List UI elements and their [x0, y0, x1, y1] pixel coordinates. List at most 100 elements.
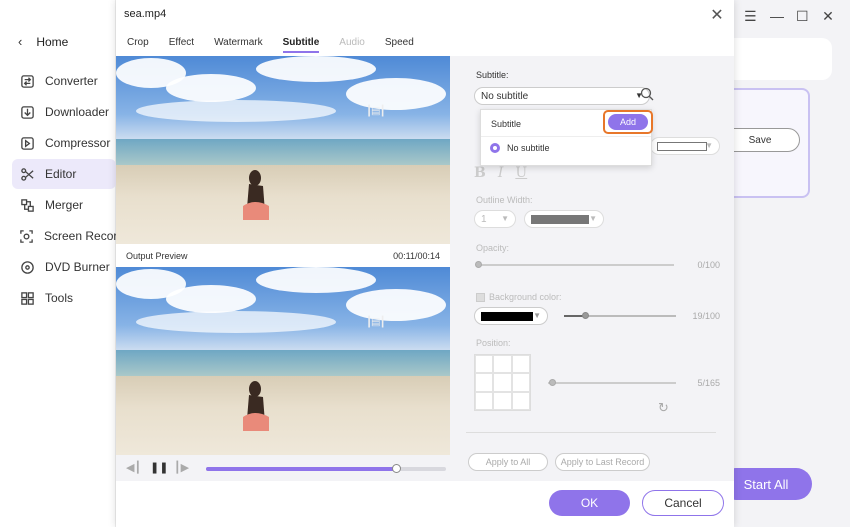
background-opacity-handle[interactable]	[582, 312, 590, 319]
subtitle-marker-icon: ┃▤┃	[366, 106, 385, 117]
home-link[interactable]: ‹ Home	[18, 34, 68, 49]
radio-selected[interactable]	[490, 143, 500, 153]
downloader-icon	[19, 104, 35, 120]
sidebar-item-label: Screen Record	[44, 229, 125, 243]
preview-time: 00:11/00:14	[393, 250, 440, 261]
no-subtitle-option[interactable]: No subtitle	[490, 143, 550, 153]
sidebar-item-converter[interactable]: Converter	[12, 66, 116, 96]
disc-icon	[19, 259, 35, 275]
position-handle	[548, 379, 556, 386]
sidebar-item-editor[interactable]: Editor	[12, 159, 116, 189]
outline-color-select: ▼	[524, 210, 604, 228]
subtitle-select[interactable]: No subtitle ▼	[474, 87, 650, 105]
opacity-slider	[475, 261, 674, 268]
background-color-select[interactable]: ▼	[474, 307, 548, 325]
dialog-footer: OK Cancel	[116, 481, 734, 527]
divider	[466, 432, 716, 433]
next-frame-icon[interactable]: ┃▶	[174, 461, 189, 474]
grid-icon	[19, 290, 35, 306]
font-style-buttons: B I U	[474, 165, 527, 181]
close-window-icon[interactable]: ✕	[822, 8, 834, 25]
bold-icon: B	[474, 165, 486, 181]
sidebar-item-label: Tools	[45, 291, 74, 305]
dropdown-title: Subtitle	[491, 119, 522, 129]
subtitle-dropdown: Subtitle Add No subtitle	[480, 109, 653, 166]
outline-color-swatch	[531, 214, 589, 224]
tab-speed[interactable]: Speed	[385, 37, 414, 53]
position-value: 5/165	[697, 378, 720, 388]
tab-audio: Audio	[339, 37, 365, 48]
sidebar-item-compressor[interactable]: Compressor	[12, 128, 116, 158]
cancel-button[interactable]: Cancel	[642, 490, 724, 516]
background-color-option: Background color:	[476, 292, 562, 302]
preview-bar: Output Preview 00:11/00:14	[116, 244, 450, 267]
search-icon[interactable]	[640, 87, 654, 101]
close-icon[interactable]: ✕	[710, 5, 724, 25]
dialog-title: sea.mp4	[124, 8, 167, 20]
sidebar-item-label: Merger	[45, 198, 84, 212]
position-grid	[474, 354, 531, 411]
compressor-icon	[19, 135, 35, 151]
app-sidebar: ‹ Home Converter Downloader Compressor E…	[0, 0, 124, 527]
playback-progress	[206, 467, 396, 471]
apply-to-last-record-button: Apply to Last Record	[555, 453, 650, 471]
subtitle-select-value: No subtitle	[481, 90, 529, 102]
original-video: ┃▤┃	[116, 56, 450, 244]
playback-handle[interactable]	[391, 464, 401, 473]
tab-watermark[interactable]: Watermark	[214, 37, 263, 53]
italic-icon: I	[497, 165, 504, 181]
outline-width-select: 1 ▼	[474, 210, 516, 228]
editor-tabs: Crop Effect Watermark Subtitle Audio Spe…	[127, 37, 414, 53]
ok-button[interactable]: OK	[549, 490, 630, 516]
chevron-left-icon: ‹	[18, 34, 23, 49]
sidebar-item-label: Converter	[45, 74, 98, 88]
background-card	[734, 38, 832, 80]
chevron-down-icon: ▼	[501, 214, 509, 223]
opacity-label: Opacity:	[476, 243, 510, 253]
background-opacity-value: 19/100	[692, 311, 720, 321]
home-label: Home	[36, 34, 69, 49]
editor-dialog: sea.mp4 ✕ Crop Effect Watermark Subtitle…	[116, 0, 734, 527]
option-label: No subtitle	[507, 143, 550, 153]
outline-width-value: 1	[481, 213, 487, 225]
dropdown-header: Subtitle Add	[481, 110, 653, 137]
sidebar-item-merger[interactable]: Merger	[12, 190, 116, 220]
position-label: Position:	[476, 338, 511, 348]
minimize-icon[interactable]: —	[770, 8, 784, 25]
merger-icon	[19, 197, 35, 213]
add-button-label: Add	[607, 114, 648, 130]
underline-icon: U	[515, 165, 528, 181]
tab-subtitle[interactable]: Subtitle	[282, 37, 320, 53]
opacity-handle	[475, 261, 482, 268]
subtitle-label: Subtitle:	[476, 70, 509, 80]
tab-effect[interactable]: Effect	[169, 37, 194, 53]
background-color-label: Background color:	[489, 292, 562, 302]
background-opacity-slider[interactable]	[564, 312, 676, 319]
sidebar-item-screen-record[interactable]: Screen Record	[12, 221, 124, 251]
sidebar-item-tools[interactable]: Tools	[12, 283, 116, 313]
output-preview-label: Output Preview	[126, 250, 188, 261]
refresh-icon: ↻	[658, 400, 669, 415]
font-color-swatch	[657, 141, 707, 151]
background-color-swatch	[481, 311, 533, 321]
previous-frame-icon[interactable]: ◀┃	[126, 461, 141, 474]
pause-icon[interactable]: ❚❚	[150, 461, 168, 474]
sidebar-item-downloader[interactable]: Downloader	[12, 97, 116, 127]
outline-width-label: Outline Width:	[476, 195, 533, 205]
sidebar-item-label: Downloader	[45, 105, 110, 119]
tab-crop[interactable]: Crop	[127, 37, 149, 53]
person-figure	[243, 170, 269, 220]
screen-record-icon	[19, 228, 34, 244]
maximize-icon[interactable]: ☐	[796, 8, 809, 25]
add-subtitle-button[interactable]: Add	[603, 110, 653, 134]
chevron-down-icon: ▼	[705, 141, 713, 150]
playback-slider[interactable]	[206, 464, 446, 473]
player-controls: ◀┃ ❚❚ ┃▶	[116, 455, 450, 481]
sidebar-item-dvd-burner[interactable]: DVD Burner	[12, 252, 116, 282]
font-color-select: ▼	[650, 137, 720, 155]
menu-icon[interactable]: ☰	[744, 8, 757, 25]
position-slider	[548, 379, 676, 386]
output-video: ┃▤┃	[116, 267, 450, 455]
scissors-icon	[19, 166, 35, 182]
sidebar-item-label: DVD Burner	[45, 260, 110, 274]
